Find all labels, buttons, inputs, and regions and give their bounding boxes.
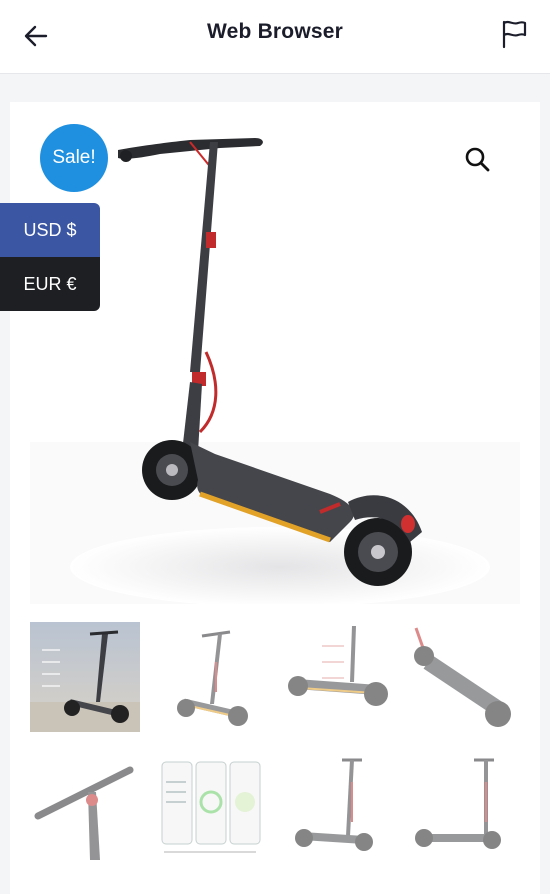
scooter-angled-thumbnail: [408, 622, 518, 732]
scooter-handlebar-thumbnail: [30, 752, 140, 862]
scooter-side-thumbnail: [156, 622, 266, 732]
thumbnail-scooter-front-view[interactable]: [282, 752, 392, 862]
page-title: Web Browser: [206, 20, 343, 43]
thumbnail-scooter-app-screens[interactable]: [156, 752, 266, 862]
thumbnail-scooter-with-speed-specs[interactable]: [30, 622, 140, 732]
thumbnail-scooter-angled-top[interactable]: [408, 622, 518, 732]
thumbnail-scooter-rear-view[interactable]: [408, 752, 518, 862]
search-icon: [465, 147, 490, 172]
currency-usd-button[interactable]: USD $: [0, 203, 100, 257]
thumbnail-scooter-detail-parts[interactable]: [282, 622, 392, 732]
scooter-parts-thumbnail: [282, 622, 392, 732]
main-product-image[interactable]: [30, 102, 520, 604]
sale-badge: Sale!: [40, 124, 108, 192]
scooter-specs-thumbnail: [30, 622, 140, 732]
report-flag-button[interactable]: [496, 16, 532, 52]
thumbnail-scooter-side-view[interactable]: [156, 622, 266, 732]
thumbnail-scooter-handlebar-closeup[interactable]: [30, 752, 140, 862]
scooter-app-thumbnail: [156, 752, 266, 862]
flag-icon: [502, 20, 527, 49]
scooter-front-thumbnail: [282, 752, 392, 862]
currency-eur-button[interactable]: EUR €: [0, 257, 100, 311]
thumbnail-grid: [30, 622, 520, 862]
scooter-rear-thumbnail: [408, 752, 518, 862]
zoom-button[interactable]: [460, 142, 494, 176]
product-gallery: Sale! USD $ EUR €: [0, 102, 540, 894]
electric-scooter-image: [30, 138, 520, 604]
top-navigation-bar: Web Browser: [0, 0, 550, 74]
currency-switcher: USD $ EUR €: [0, 203, 100, 311]
